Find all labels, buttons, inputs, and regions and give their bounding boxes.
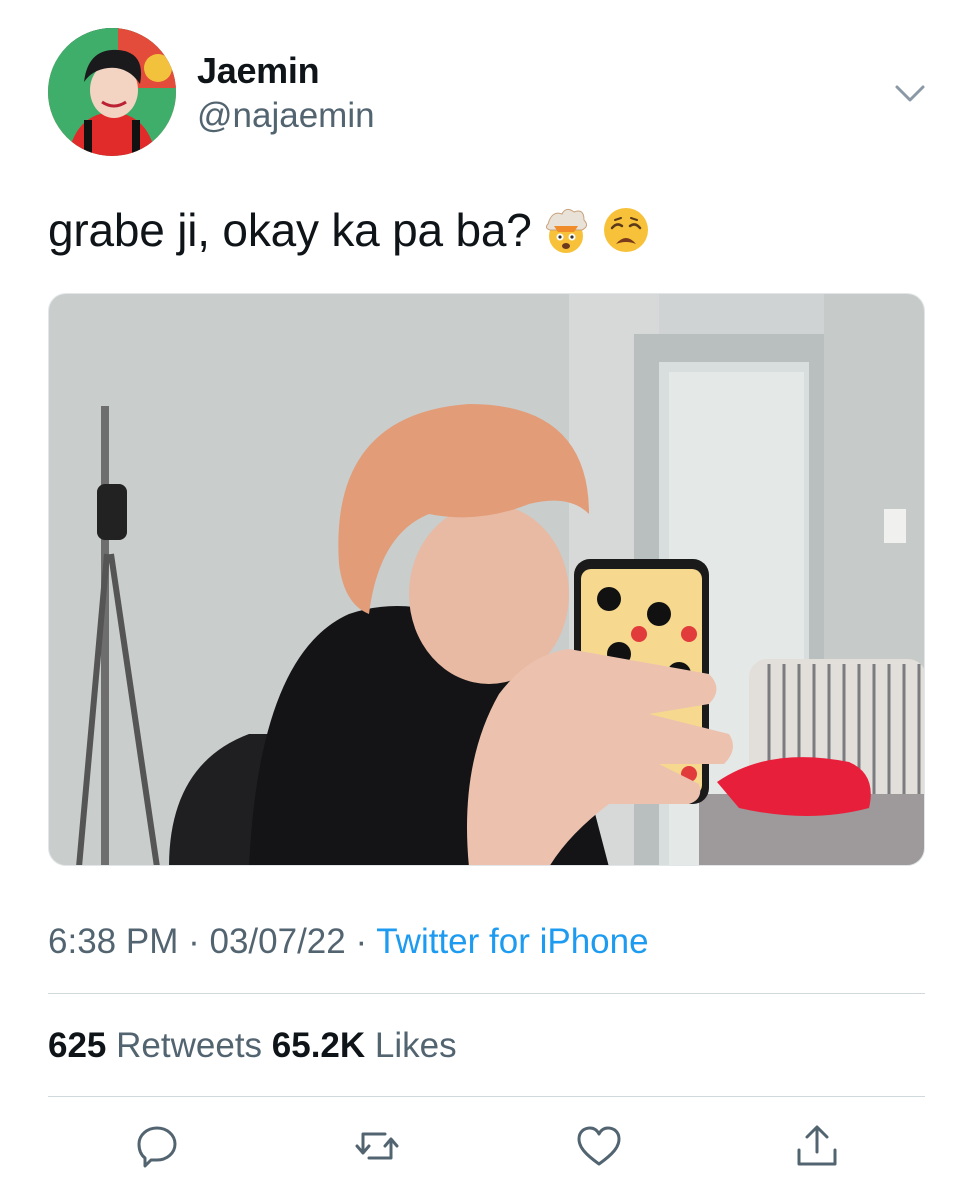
tweet-text: grabe ji, okay ka pa ba? bbox=[48, 203, 652, 257]
retweets-label: Retweets bbox=[116, 1026, 263, 1065]
avatar-photo bbox=[48, 28, 176, 156]
author-name[interactable]: Jaemin bbox=[197, 50, 320, 92]
tweet-stats: 625 Retweets 65.2K Likes bbox=[48, 1026, 457, 1066]
divider bbox=[48, 1096, 925, 1097]
weary-face-emoji bbox=[603, 208, 648, 252]
like-icon[interactable] bbox=[575, 1122, 623, 1170]
tweet-timestamp: 6:38 PM · 03/07/22 · Twitter for iPhone bbox=[48, 922, 649, 962]
tweet-source-link[interactable]: Twitter for iPhone bbox=[376, 922, 648, 961]
author-handle[interactable]: @najaemin bbox=[197, 96, 375, 136]
retweets-stat[interactable]: 625 Retweets bbox=[48, 1026, 272, 1065]
tweet-date[interactable]: 03/07/22 bbox=[209, 922, 345, 961]
retweets-count: 625 bbox=[48, 1026, 107, 1065]
tweet-time[interactable]: 6:38 PM bbox=[48, 922, 178, 961]
likes-count: 65.2K bbox=[271, 1026, 366, 1065]
exploding-head-emoji bbox=[545, 208, 587, 253]
likes-label: Likes bbox=[374, 1026, 457, 1065]
tweet-photo[interactable] bbox=[48, 293, 925, 866]
share-icon[interactable] bbox=[793, 1122, 841, 1170]
likes-stat[interactable]: 65.2K Likes bbox=[272, 1026, 457, 1065]
separator-dot: · bbox=[188, 922, 200, 961]
separator-dot: · bbox=[355, 922, 368, 961]
retweet-icon[interactable] bbox=[353, 1122, 401, 1170]
photo-image bbox=[49, 294, 924, 865]
action-bar bbox=[0, 1122, 972, 1172]
tweet-text-content: grabe ji, okay ka pa ba? bbox=[48, 204, 532, 256]
chevron-down-icon[interactable] bbox=[893, 78, 927, 108]
divider bbox=[48, 993, 925, 994]
avatar[interactable] bbox=[48, 28, 176, 156]
reply-icon[interactable] bbox=[133, 1122, 181, 1170]
